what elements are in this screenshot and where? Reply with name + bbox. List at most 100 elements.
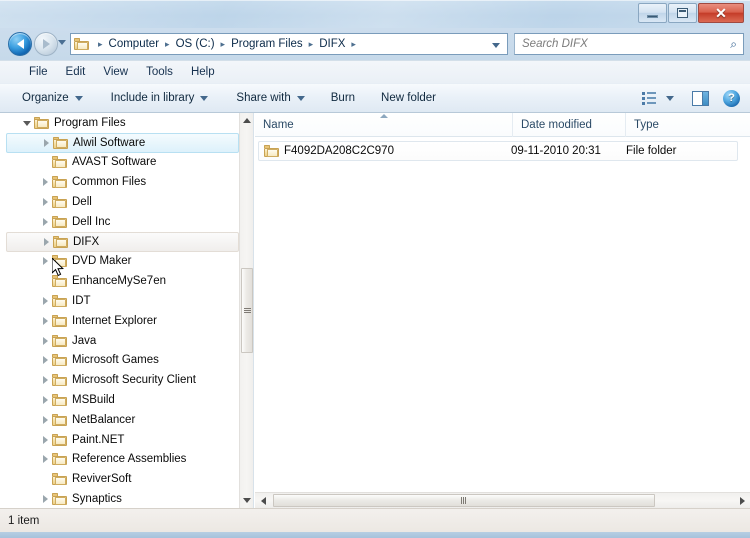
recent-pages-chevron-down-icon[interactable] — [58, 40, 66, 45]
new-folder-button[interactable]: New folder — [373, 88, 444, 108]
folder-icon — [52, 493, 67, 506]
tree-item-netbalancer[interactable]: NetBalancer — [0, 410, 253, 430]
tree-expand-caret-right-icon[interactable] — [39, 237, 53, 246]
tree-expand-caret-right-icon[interactable] — [38, 198, 52, 207]
tree-item-enhancemyse7en[interactable]: EnhanceMySe7en — [0, 271, 253, 291]
window-border-bottom — [0, 532, 750, 538]
tree-item-label: Paint.NET — [72, 433, 125, 446]
tree-expand-caret-right-icon[interactable] — [39, 138, 53, 147]
tree-expand-caret-right-icon[interactable] — [38, 495, 52, 504]
column-header-name[interactable]: Name — [255, 112, 513, 137]
breadcrumb-item-os-c[interactable]: OS (C:) — [174, 37, 217, 51]
folder-icon — [52, 275, 67, 288]
tree-item-synaptics[interactable]: Synaptics — [0, 489, 253, 508]
menu-item-file[interactable]: File — [20, 64, 57, 80]
tree-expand-caret-right-icon[interactable] — [38, 217, 52, 226]
file-list-horizontal-scrollbar[interactable] — [255, 492, 750, 508]
tree-expand-caret-right-icon[interactable] — [38, 316, 52, 325]
tree-item-label: AVAST Software — [72, 156, 157, 169]
scroll-right-button[interactable] — [734, 493, 750, 508]
tree-item-dvd-maker[interactable]: DVD Maker — [0, 252, 253, 272]
tree-expand-caret-right-icon[interactable] — [38, 336, 52, 345]
menu-item-view[interactable]: View — [94, 64, 137, 80]
close-button[interactable]: ✕ — [698, 3, 744, 23]
tree-item-paint-net[interactable]: Paint.NET — [0, 430, 253, 450]
tree-item-reviversoft[interactable]: ReviverSoft — [0, 469, 253, 489]
breadcrumb-separator[interactable]: ▸ — [217, 39, 230, 50]
include-in-library-button[interactable]: Include in library — [103, 88, 217, 108]
tree-item-idt[interactable]: IDT — [0, 291, 253, 311]
help-icon[interactable]: ? — [723, 89, 740, 107]
breadcrumb-separator[interactable]: ▸ — [161, 39, 174, 50]
scroll-up-button[interactable] — [240, 113, 253, 128]
caret-left-icon — [260, 496, 266, 505]
breadcrumb-separator[interactable]: ▸ — [305, 39, 318, 50]
tree-expand-caret-right-icon[interactable] — [38, 297, 52, 306]
tree-item-avast-software[interactable]: AVAST Software — [0, 153, 253, 173]
organize-button[interactable]: Organize — [14, 88, 91, 108]
forward-button[interactable] — [34, 32, 58, 56]
tree-expand-collapse-caret-down-icon[interactable] — [20, 119, 34, 127]
tree-item-label: Java — [72, 334, 97, 347]
change-view-chevron-down-icon[interactable] — [666, 95, 674, 101]
tree-item-microsoft-games[interactable]: Microsoft Games — [0, 351, 253, 371]
scroll-down-button[interactable] — [240, 493, 253, 508]
tree-item-label: Dell Inc — [72, 215, 111, 228]
tree-item-difx[interactable]: DIFX — [6, 231, 239, 252]
address-bar[interactable]: ▸ Computer ▸ OS (C:) ▸ Program Files ▸ D… — [70, 33, 508, 55]
toolbar-right-group: ? — [642, 89, 750, 107]
scroll-left-button[interactable] — [255, 493, 271, 508]
chevron-down-icon — [200, 95, 209, 101]
breadcrumb-item-program-files[interactable]: Program Files — [229, 37, 305, 51]
breadcrumb-item-computer[interactable]: Computer — [107, 37, 162, 51]
change-view-icon[interactable] — [642, 91, 657, 105]
tree-expand-caret-right-icon[interactable] — [38, 455, 52, 464]
folder-icon — [52, 196, 67, 209]
column-header-type[interactable]: Type — [626, 113, 736, 137]
tree-item-msbuild[interactable]: MSBuild — [0, 390, 253, 410]
tree-expand-caret-right-icon[interactable] — [38, 415, 52, 424]
show-preview-pane-icon[interactable] — [692, 90, 709, 106]
tree-expand-caret-right-icon[interactable] — [38, 257, 52, 266]
breadcrumb-separator[interactable]: ▸ — [347, 39, 360, 50]
tree-item-java[interactable]: Java — [0, 331, 253, 351]
address-chevron-down-icon[interactable] — [492, 35, 507, 53]
burn-button[interactable]: Burn — [323, 88, 363, 108]
tree-expand-caret-right-icon[interactable] — [38, 435, 52, 444]
maximize-icon — [677, 8, 688, 18]
tree-item-common-files[interactable]: Common Files — [0, 172, 253, 192]
tree-scrollbar-thumb[interactable] — [241, 268, 253, 353]
menu-item-help[interactable]: Help — [182, 64, 224, 80]
tree-vertical-scrollbar[interactable] — [239, 113, 253, 508]
folder-icon — [52, 255, 67, 268]
column-header-date-modified[interactable]: Date modified — [513, 112, 626, 137]
file-row-date-cell: 09-11-2010 20:31 — [511, 145, 601, 157]
minimize-button[interactable] — [638, 3, 667, 23]
tree-item-alwil-software[interactable]: Alwil Software — [6, 132, 239, 153]
share-with-button[interactable]: Share with — [228, 88, 312, 108]
menu-item-edit[interactable]: Edit — [57, 64, 95, 80]
tree-expand-caret-right-icon[interactable] — [38, 376, 52, 385]
folder-icon — [52, 433, 67, 446]
menu-item-tools[interactable]: Tools — [137, 64, 182, 80]
tree-expand-caret-right-icon[interactable] — [38, 356, 52, 365]
tree-item-reference-assemblies[interactable]: Reference Assemblies — [0, 450, 253, 470]
file-list-row[interactable]: F4092DA208C2C970 09-11-2010 20:31 File f… — [258, 141, 738, 161]
back-button[interactable] — [8, 32, 32, 56]
tree-item-internet-explorer[interactable]: Internet Explorer — [0, 311, 253, 331]
tree-item-microsoft-security-client[interactable]: Microsoft Security Client — [0, 370, 253, 390]
breadcrumb-item-difx[interactable]: DIFX — [317, 37, 347, 51]
search-icon: ⌕ — [730, 36, 737, 51]
tree-expand-caret-right-icon[interactable] — [38, 178, 52, 187]
folder-icon — [264, 145, 279, 157]
search-box[interactable]: Search DIFX ⌕ — [514, 33, 744, 55]
file-list-scrollbar-thumb[interactable] — [273, 494, 655, 507]
tree-item-program-files[interactable]: Program Files — [0, 113, 253, 133]
maximize-button[interactable] — [668, 3, 697, 23]
search-input[interactable]: Search DIFX — [515, 38, 588, 50]
tree-expand-caret-right-icon[interactable] — [38, 396, 52, 405]
folder-icon — [34, 116, 49, 129]
tree-item-dell-inc[interactable]: Dell Inc — [0, 212, 253, 232]
tree-item-dell[interactable]: Dell — [0, 192, 253, 212]
folder-icon — [53, 136, 68, 149]
